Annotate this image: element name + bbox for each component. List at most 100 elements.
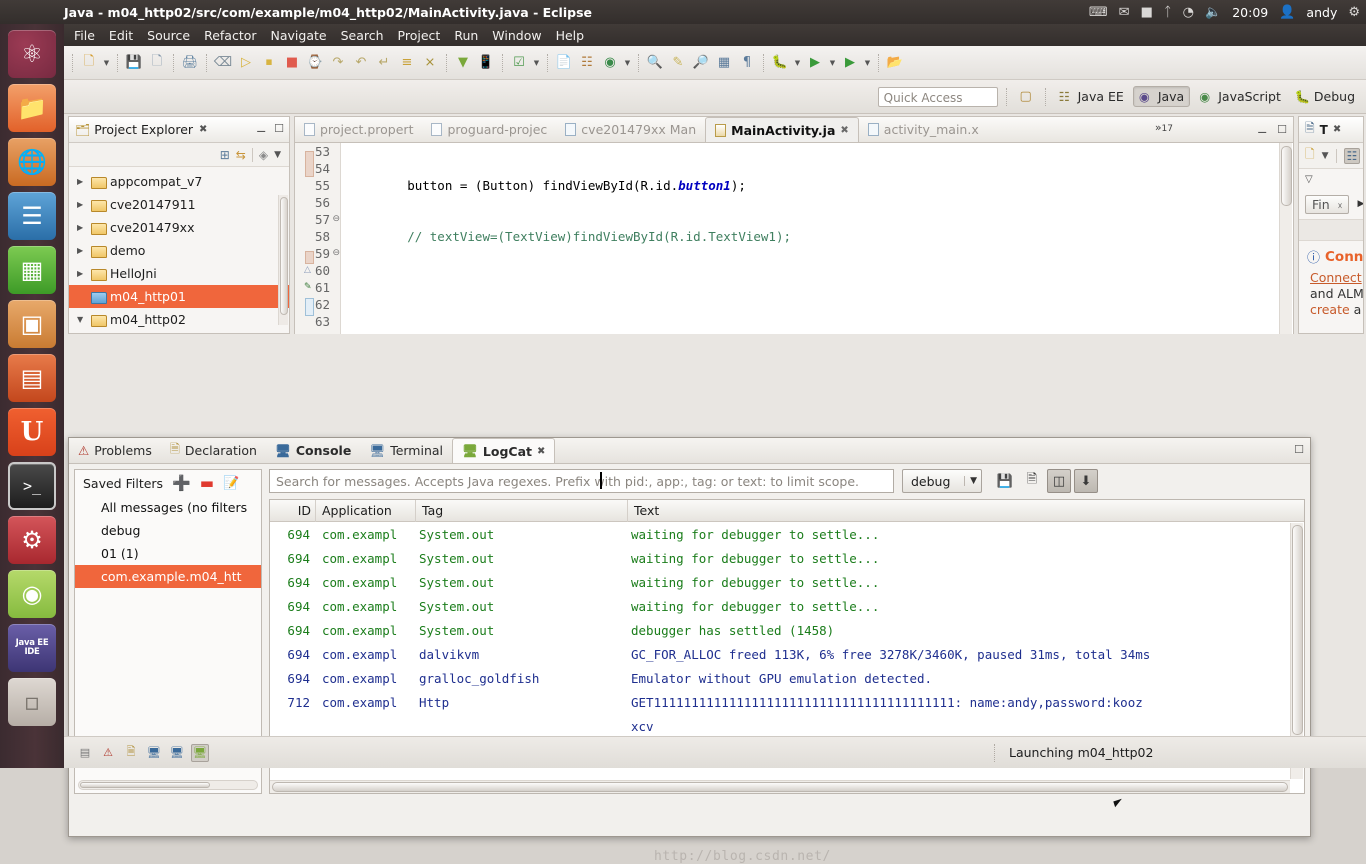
editor-tab-cve201479xx-manifest[interactable]: cve201479xx Man [556, 117, 705, 142]
scrollbar-thumb[interactable] [80, 782, 210, 788]
table-row[interactable]: 694 com.exampl System.out debugger has s… [270, 618, 1304, 642]
column-header-id[interactable]: ID [270, 500, 316, 522]
perspective-java[interactable]: ◉ Java [1132, 86, 1191, 107]
new-wizard-dropdown-arrow[interactable]: ▼ [101, 51, 112, 75]
editor-vertical-scrollbar[interactable] [1279, 143, 1292, 334]
launcher-item-libreoffice-impress[interactable]: ▣ [8, 300, 56, 348]
filter-item-debug[interactable]: debug [75, 519, 261, 542]
table-row[interactable]: 694 com.exampl System.out waiting for de… [270, 570, 1304, 594]
minus-icon[interactable]: ▬ [200, 475, 214, 491]
drop-to-frame-icon[interactable]: ≡ [396, 51, 418, 75]
mail-icon[interactable]: ✉ [1119, 6, 1130, 19]
expand-arrow-icon[interactable]: ▶ [77, 223, 87, 232]
chevron-down-icon[interactable]: ▼ [964, 476, 977, 486]
debug-icon[interactable]: 🐛 [769, 51, 791, 75]
outline-icon[interactable]: 🗎 [1305, 119, 1315, 140]
task-list-tab-bar[interactable]: 🗎 T ✖ ⚊ ☐ [1299, 117, 1363, 143]
tree-item-m04_http02[interactable]: ▼ m04_http02 [69, 308, 289, 331]
collapse-arrow-icon[interactable]: ▼ [77, 315, 87, 324]
scrollbar-thumb[interactable] [272, 782, 1288, 792]
run-icon[interactable]: ▶ [804, 51, 826, 75]
column-header-application[interactable]: Application [316, 500, 416, 522]
table-row-continuation[interactable]: xcv [270, 714, 1304, 738]
table-row[interactable]: 694 com.exampl System.out waiting for de… [270, 594, 1304, 618]
editor-tab-project-properties[interactable]: project.propert [295, 117, 422, 142]
previous-annotation-icon[interactable]: ¶ [736, 51, 758, 75]
search-icon[interactable]: 🔎 [690, 51, 712, 75]
declaration-view-icon[interactable]: 🗎 [122, 744, 140, 762]
maximize-icon[interactable]: ☐ [1294, 443, 1304, 456]
launcher-item-files[interactable]: 📁 [8, 84, 56, 132]
use-step-filters-icon[interactable]: ⨯ [419, 51, 441, 75]
open-perspective-button-icon[interactable]: ▢ [1015, 85, 1037, 109]
new-class-icon[interactable]: ◉ [599, 51, 621, 75]
all-tasks-arrow-icon[interactable]: ▶ [1357, 199, 1363, 209]
run-dropdown-arrow[interactable]: ▼ [827, 51, 838, 75]
display-saved-filters-icon[interactable]: ◫ [1047, 469, 1071, 493]
connect-link[interactable]: Connect [1310, 270, 1362, 285]
logcat-view-icon[interactable]: 🖥 [191, 743, 209, 762]
wifi-icon[interactable]: ◔ [1183, 6, 1194, 19]
save-log-icon[interactable]: 💾 [993, 469, 1017, 493]
problems-view-icon[interactable]: ⚠ [99, 744, 117, 762]
project-explorer-scrollbar[interactable] [278, 195, 288, 325]
new-class-dropdown-arrow[interactable]: ▼ [622, 51, 633, 75]
expand-arrow-icon[interactable]: ▶ [77, 200, 87, 209]
edit-icon[interactable]: 📝 [223, 476, 239, 491]
menu-search[interactable]: Search [341, 28, 384, 43]
new-wizard-icon[interactable]: 🗋 [78, 51, 100, 75]
column-header-text[interactable]: Text [628, 500, 1304, 522]
menu-refactor[interactable]: Refactor [204, 28, 256, 43]
filter-item-01[interactable]: 01 (1) [75, 542, 261, 565]
menu-run[interactable]: Run [454, 28, 478, 43]
project-explorer-tab[interactable]: 🗂 Project Explorer ✖ ⚊ ☐ [69, 117, 289, 143]
next-annotation-icon[interactable]: ▦ [713, 51, 735, 75]
scrollbar-thumb[interactable] [1292, 525, 1303, 735]
tree-item-cve20147911[interactable]: ▶ cve20147911 [69, 193, 289, 216]
step-into-icon[interactable]: ↷ [327, 51, 349, 75]
gear-icon[interactable]: ⚙ [1348, 6, 1360, 19]
menu-project[interactable]: Project [398, 28, 441, 43]
step-over-icon[interactable]: ↶ [350, 51, 372, 75]
tree-item-cve201479xx[interactable]: ▶ cve201479xx [69, 216, 289, 239]
launcher-item-ubuntu-dash[interactable]: ⚛ [8, 30, 56, 78]
launcher-item-libreoffice-calc[interactable]: ▦ [8, 246, 56, 294]
maximize-icon[interactable]: ☐ [1277, 123, 1287, 136]
launcher-item-firefox[interactable]: 🌐 [8, 138, 56, 186]
filter-item-com-example-m04-http[interactable]: com.example.m04_htt [75, 565, 261, 588]
minimize-icon[interactable]: ⚊ [256, 122, 266, 135]
collapse-all-icon[interactable]: ⊞ [220, 148, 230, 162]
volume-muted-icon[interactable]: 🔈 [1205, 6, 1221, 19]
editor-tab-proguard-project[interactable]: proguard-projec [422, 117, 556, 142]
launcher-item-android-emulator[interactable]: ◉ [8, 570, 56, 618]
perspective-debug[interactable]: 🐛 Debug [1290, 87, 1360, 106]
keyboard-icon[interactable]: ⌨ [1089, 6, 1108, 19]
tab-console[interactable]: 🖥 Console [266, 438, 360, 463]
close-icon[interactable]: ✖ [840, 125, 848, 136]
expand-arrow-icon[interactable]: ▶ [77, 246, 87, 255]
view-dropdown-icon[interactable]: ▼ [274, 150, 281, 160]
step-return-icon[interactable]: ↵ [373, 51, 395, 75]
resume-icon[interactable]: ▷ [235, 51, 257, 75]
table-row[interactable]: 694 com.exampl System.out waiting for de… [270, 546, 1304, 570]
save-icon[interactable]: 💾 [123, 51, 145, 75]
editor-tab-overflow[interactable]: »17 [1155, 121, 1173, 134]
launcher-item-system-settings[interactable]: ⚙ [8, 516, 56, 564]
scrollbar-thumb[interactable] [280, 197, 288, 315]
battery-icon[interactable]: ■ [1141, 6, 1153, 19]
scrollbar-thumb[interactable] [1281, 146, 1292, 206]
menu-source[interactable]: Source [147, 28, 190, 43]
suspend-icon[interactable]: ⏹ [258, 51, 280, 75]
tab-problems[interactable]: ⚠ Problems [69, 438, 161, 463]
view-menu-icon[interactable]: ◈ [259, 148, 268, 162]
android-avd-manager-icon[interactable]: 📱 [475, 51, 497, 75]
fast-view-icon[interactable]: ▤ [76, 744, 94, 762]
console-view-icon[interactable]: 🖥 [145, 744, 163, 762]
editor-gutter[interactable]: △ ✎ 53 54 55 56 57 ⊖ 58 59 ⊖ 60 61 62 63 [295, 143, 341, 334]
create-link[interactable]: create [1310, 302, 1350, 317]
logcat-level-select[interactable]: debug ▼ [902, 469, 982, 493]
link-with-editor-icon[interactable]: ⇆ [236, 148, 246, 162]
external-tools-dropdown-arrow[interactable]: ▼ [862, 51, 873, 75]
column-header-tag[interactable]: Tag [416, 500, 628, 522]
tree-item-appcompat_v7[interactable]: ▶ appcompat_v7 [69, 170, 289, 193]
